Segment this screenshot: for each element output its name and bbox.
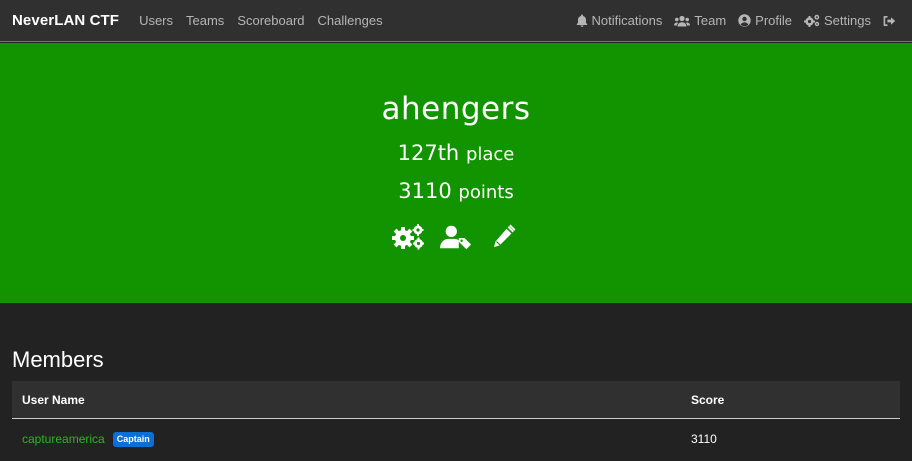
place-label: place bbox=[465, 144, 515, 165]
nav-settings[interactable]: Settings bbox=[804, 13, 871, 28]
column-header-user: User Name bbox=[22, 392, 85, 407]
team-hero: ahengers 127th place 3110 points bbox=[0, 43, 912, 303]
place-number: 127th bbox=[397, 141, 460, 165]
points-label: points bbox=[458, 182, 514, 203]
nav-notifications[interactable]: Notifications bbox=[576, 13, 663, 28]
nav-profile[interactable]: Profile bbox=[738, 13, 792, 28]
member-score: 3110 bbox=[691, 432, 717, 446]
members-table: User Name Score captureamerica Captain 3… bbox=[12, 381, 900, 459]
captain-badge: Captain bbox=[112, 431, 154, 447]
pencil-icon bbox=[494, 224, 516, 247]
column-header-score: Score bbox=[691, 392, 725, 407]
team-place: 127th place bbox=[0, 141, 912, 165]
member-user-cell: captureamerica Captain bbox=[12, 431, 681, 447]
bell-icon bbox=[576, 14, 587, 27]
nav-teams[interactable]: Teams bbox=[186, 13, 224, 28]
navbar: NeverLAN CTF Users Teams Scoreboard Chal… bbox=[0, 0, 912, 42]
nav-scoreboard[interactable]: Scoreboard bbox=[237, 13, 304, 28]
nav-challenges[interactable]: Challenges bbox=[318, 13, 383, 28]
nav-right: Notifications Team Profile Settings bbox=[576, 13, 900, 28]
team-edit-button[interactable] bbox=[488, 223, 520, 251]
team-actions bbox=[0, 223, 912, 251]
points-number: 3110 bbox=[398, 179, 452, 203]
table-row: captureamerica Captain 3110 bbox=[12, 419, 900, 459]
nav-team[interactable]: Team bbox=[674, 13, 726, 28]
nav-profile-label: Profile bbox=[755, 13, 793, 28]
nav-notifications-label: Notifications bbox=[591, 13, 663, 28]
nav-team-label: Team bbox=[694, 13, 727, 28]
team-settings-button[interactable] bbox=[392, 223, 424, 251]
user-tag-icon bbox=[440, 225, 472, 250]
nav-settings-label: Settings bbox=[824, 13, 871, 28]
members-heading: Members bbox=[12, 347, 104, 372]
users-icon bbox=[674, 15, 691, 26]
cogs-icon bbox=[804, 14, 820, 27]
nav-logout[interactable] bbox=[883, 15, 900, 27]
member-user-link[interactable]: captureamerica bbox=[22, 432, 105, 446]
user-circle-icon bbox=[738, 14, 751, 27]
sign-out-icon bbox=[883, 15, 896, 26]
team-points: 3110 points bbox=[0, 179, 912, 203]
nav-users[interactable]: Users bbox=[139, 13, 173, 28]
team-name: ahengers bbox=[381, 91, 531, 127]
cogs-icon bbox=[392, 224, 424, 250]
nav-left: Users Teams Scoreboard Challenges bbox=[139, 13, 383, 28]
brand-link[interactable]: NeverLAN CTF bbox=[12, 12, 119, 29]
table-header: User Name Score bbox=[12, 381, 900, 419]
team-captain-button[interactable] bbox=[440, 223, 472, 251]
